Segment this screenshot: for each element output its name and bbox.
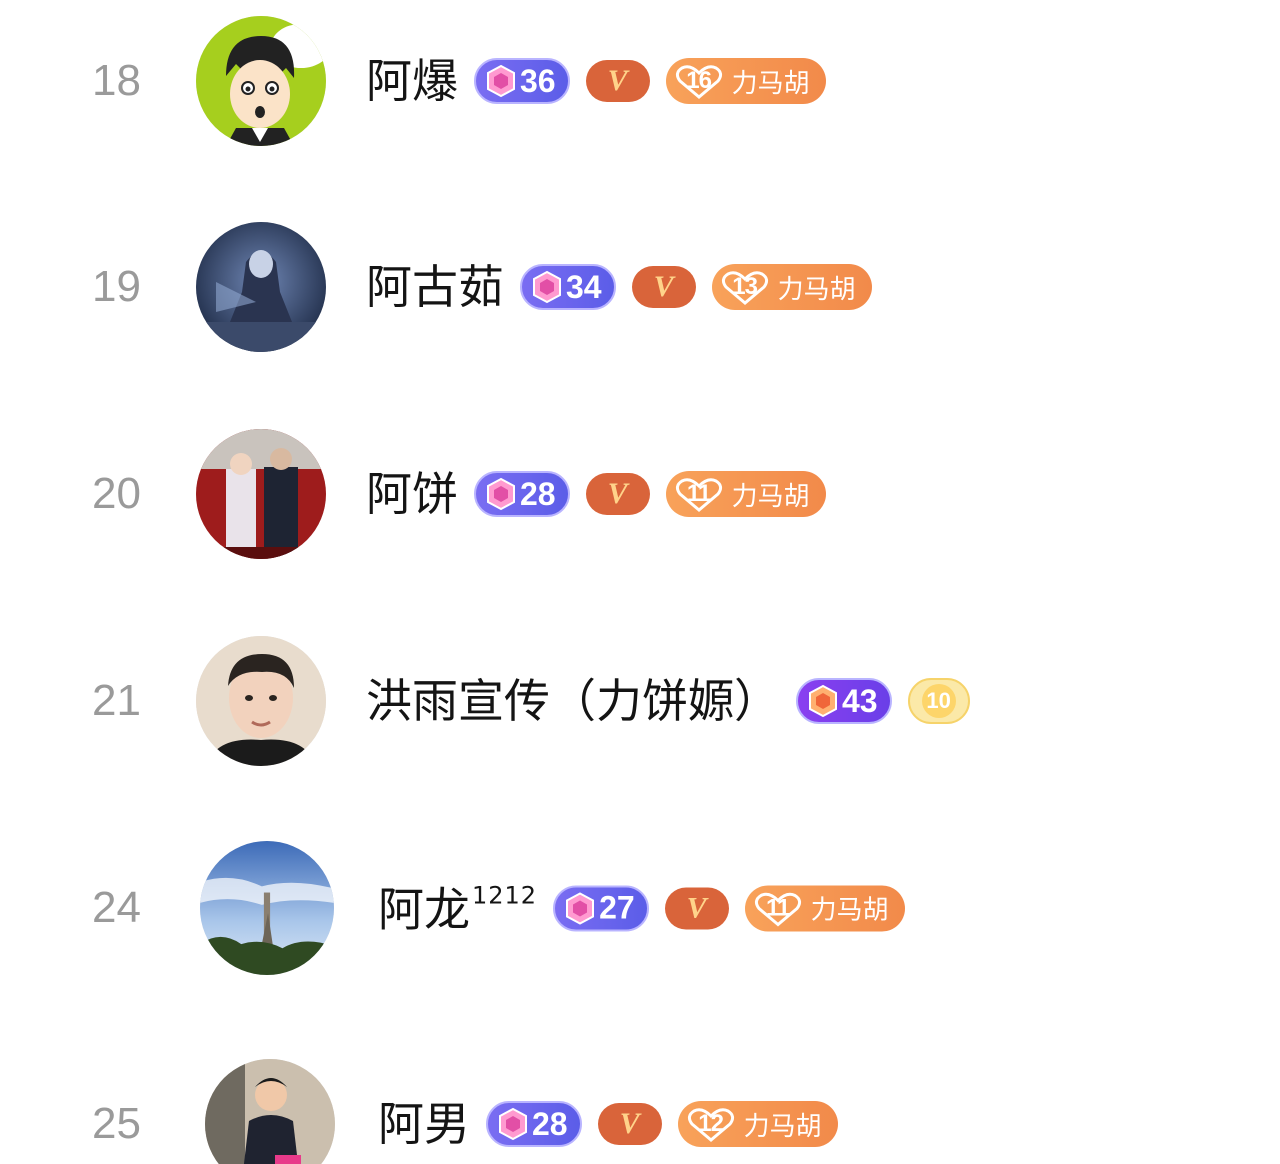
user-name[interactable]: 阿龙1212 xyxy=(378,884,537,933)
rank-number: 25 xyxy=(92,1099,141,1148)
fan-club-badge: 12 力马胡 xyxy=(677,1101,838,1147)
avatar[interactable] xyxy=(200,841,334,975)
vip-badge: V xyxy=(664,887,729,929)
level-badge: 27 xyxy=(553,885,649,931)
user-name[interactable]: 阿饼 xyxy=(366,471,458,517)
list-item[interactable]: 19 阿古茹 34 V 13 力马胡 xyxy=(0,217,1280,357)
list-item[interactable]: 20 阿饼 28 V 11 力马胡 xyxy=(0,424,1280,564)
hexagon-gem-icon xyxy=(809,684,837,718)
fan-club-badge: 13 力马胡 xyxy=(711,264,872,310)
vip-badge: V xyxy=(597,1103,662,1145)
list-item[interactable]: 24 阿龙1212 27 V 11 力马胡 xyxy=(0,838,1280,978)
rank-number: 24 xyxy=(92,883,141,932)
coin-level-badge: 10 xyxy=(907,678,970,724)
user-name[interactable]: 阿男 xyxy=(378,1101,470,1147)
fan-ranking-list: 18 阿爆 36 V 16 力马胡 19 阿古茹 34 V 13 力马胡 20 … xyxy=(0,0,1280,1164)
avatar[interactable] xyxy=(196,429,326,559)
avatar[interactable] xyxy=(196,16,326,146)
rank-number: 18 xyxy=(92,56,141,105)
hexagon-gem-icon xyxy=(499,1107,527,1141)
hexagon-gem-icon xyxy=(566,891,595,925)
hexagon-gem-icon xyxy=(487,64,515,98)
level-badge: 28 xyxy=(486,1101,582,1147)
rank-number: 20 xyxy=(92,469,141,518)
vip-badge: V xyxy=(631,266,696,308)
user-name[interactable]: 洪雨宣传（力饼嫄） xyxy=(366,678,780,724)
user-name[interactable]: 阿古茹 xyxy=(366,264,504,310)
level-badge: 28 xyxy=(474,471,570,517)
avatar[interactable] xyxy=(196,222,326,352)
level-badge: 36 xyxy=(474,58,570,104)
vip-badge: V xyxy=(585,60,650,102)
rank-number: 19 xyxy=(92,262,141,311)
fan-club-badge: 16 力马胡 xyxy=(665,58,826,104)
list-item[interactable]: 25 阿男 28 V 12 力马胡 xyxy=(0,1054,1280,1164)
list-item[interactable]: 21 洪雨宣传（力饼嫄） 43 10 xyxy=(0,631,1280,771)
vip-badge: V xyxy=(585,473,650,515)
list-item[interactable]: 18 阿爆 36 V 16 力马胡 xyxy=(0,11,1280,151)
hexagon-gem-icon xyxy=(533,270,561,304)
avatar[interactable] xyxy=(196,636,326,766)
avatar[interactable] xyxy=(205,1059,335,1164)
level-badge: 34 xyxy=(520,264,616,310)
level-badge: 43 xyxy=(796,678,892,724)
user-name[interactable]: 阿爆 xyxy=(366,58,458,104)
fan-club-badge: 11 力马胡 xyxy=(665,471,826,517)
hexagon-gem-icon xyxy=(487,477,515,511)
rank-number: 21 xyxy=(92,676,141,725)
fan-club-badge: 11 力马胡 xyxy=(744,885,905,931)
